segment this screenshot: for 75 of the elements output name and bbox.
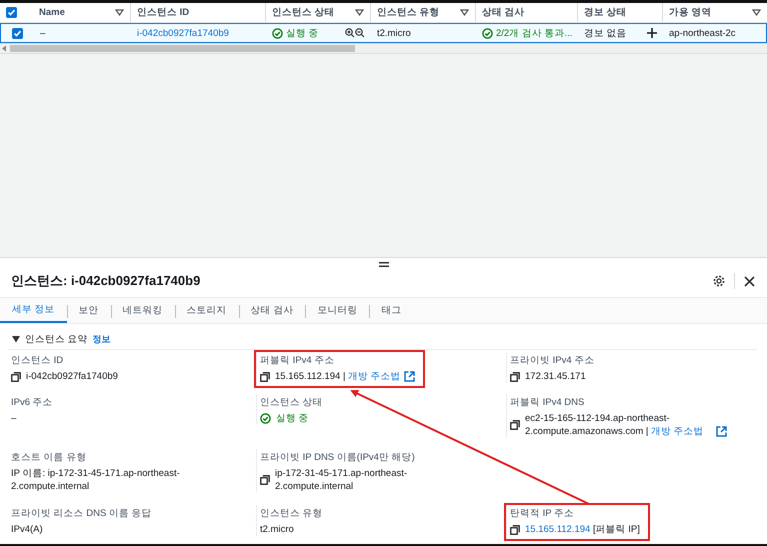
field-label: 프라이빗 리소스 DNS 이름 응답 <box>11 507 153 520</box>
table-cell: t2.micro <box>377 28 411 38</box>
checkbox[interactable] <box>12 28 23 38</box>
status-check[interactable]: 2/2개 검사 통과... <box>496 26 572 40</box>
status-check-icon <box>260 413 271 424</box>
field-label: 호스트 이름 유형 <box>11 451 88 464</box>
open-address-link[interactable]: 개방 주소법 <box>348 371 401 382</box>
field-label: 프라이빗 IPv4 주소 <box>510 354 596 367</box>
field-label: 퍼블릭 IPv4 주소 <box>260 354 336 367</box>
field-value: ip-172-31-45-171.ap-northeast-2.compute.internal <box>275 467 408 493</box>
field-value: t2.micro <box>260 523 294 536</box>
field-value: i-042cb0927fa1740b9 <box>26 370 118 383</box>
field-value: 172.31.45.171 <box>525 370 586 383</box>
scrollbar-thumb[interactable] <box>10 45 355 52</box>
filter-caret-icon[interactable] <box>752 9 761 16</box>
zoom-icon[interactable] <box>345 28 365 38</box>
panel-title: 인스턴스: i-042cb0927fa1740b9 <box>11 272 200 290</box>
field-label: 인스턴스 유형 <box>260 507 324 520</box>
field-value: 15.165.112.194 | 개방 주소법 <box>275 370 401 383</box>
tab[interactable]: 보안 <box>66 298 111 323</box>
column-header[interactable]: 가용 영역 <box>669 6 712 19</box>
external-link-icon[interactable] <box>404 371 415 382</box>
copy-icon[interactable] <box>11 372 21 382</box>
settings-icon[interactable] <box>713 275 725 287</box>
tab[interactable]: 상태 검사 <box>238 298 306 323</box>
copy-icon[interactable] <box>510 420 520 430</box>
field-label: 인스턴스 상태 <box>260 396 324 409</box>
field-value: – <box>11 412 16 425</box>
tab[interactable]: 네트워킹 <box>110 298 175 323</box>
tab[interactable]: 스토리지 <box>174 298 239 323</box>
field-label: 탄력적 IP 주소 <box>510 507 576 520</box>
copy-icon[interactable] <box>510 372 520 382</box>
copy-icon[interactable] <box>260 372 270 382</box>
field-label: IPv6 주소 <box>11 396 54 409</box>
tab[interactable]: 세부 정보 <box>0 298 67 323</box>
field-label: 인스턴스 ID <box>11 354 64 367</box>
column-header[interactable]: 인스턴스 ID <box>137 6 190 19</box>
expand-caret-icon[interactable] <box>12 336 20 343</box>
table-row[interactable]: – i-042cb0927fa1740b9 실행 중 t2.micro 2/2개 검사 통과... 경보 없음 ap-northeast-2c <box>0 23 767 43</box>
table-cell: – <box>40 28 46 38</box>
table-cell: 경보 없음 <box>584 26 627 40</box>
scroll-left-icon[interactable] <box>0 45 8 52</box>
filter-caret-icon[interactable] <box>460 9 469 16</box>
column-header[interactable]: 상태 검사 <box>482 6 525 19</box>
section-title: 인스턴스 요약 <box>25 333 88 346</box>
filter-caret-icon[interactable] <box>355 9 364 16</box>
column-header[interactable]: Name <box>39 7 65 18</box>
ip-link[interactable]: 15.165.112.194 <box>525 524 590 535</box>
tab[interactable]: 태그 <box>369 298 414 323</box>
status-check-icon <box>482 28 493 38</box>
column-header[interactable]: 인스턴스 유형 <box>377 6 440 19</box>
field-value: IP 이름: ip-172-31-45-171.ap-northeast-2.compute.internal <box>11 467 181 493</box>
filter-caret-icon[interactable] <box>115 9 124 16</box>
copy-icon[interactable] <box>260 475 270 485</box>
field-label: 퍼블릭 IPv4 DNS <box>510 396 586 409</box>
column-header[interactable]: 인스턴스 상태 <box>272 6 335 19</box>
close-icon[interactable] <box>744 276 755 286</box>
status-check-icon <box>272 28 283 38</box>
tab[interactable]: 모니터링 <box>305 298 370 323</box>
column-header[interactable]: 경보 상태 <box>584 6 627 19</box>
instance-id-link[interactable]: i-042cb0927fa1740b9 <box>137 28 229 38</box>
external-link-icon[interactable] <box>716 426 727 437</box>
field-value: ec2-15-165-112-194.ap-northeast-2.compute.amazonaws.com | 개방 주소법 <box>525 412 705 438</box>
field-label: 프라이빗 IP DNS 이름(IPv4만 해당) <box>260 451 416 464</box>
copy-icon[interactable] <box>510 524 520 534</box>
info-link[interactable]: 정보 <box>92 333 111 346</box>
instance-state: 실행 중 <box>276 412 309 425</box>
table-cell: ap-northeast-2c <box>669 28 736 38</box>
field-value: IPv4(A) <box>11 523 43 536</box>
checkbox[interactable] <box>6 7 17 18</box>
drag-handle-icon[interactable] <box>378 262 388 267</box>
plus-icon[interactable] <box>647 28 657 38</box>
open-address-link[interactable]: 개방 주소법 <box>651 426 704 437</box>
field-value: 15.165.112.194 [퍼블릭 IP] <box>525 523 640 536</box>
instance-state: 실행 중 <box>286 26 319 40</box>
